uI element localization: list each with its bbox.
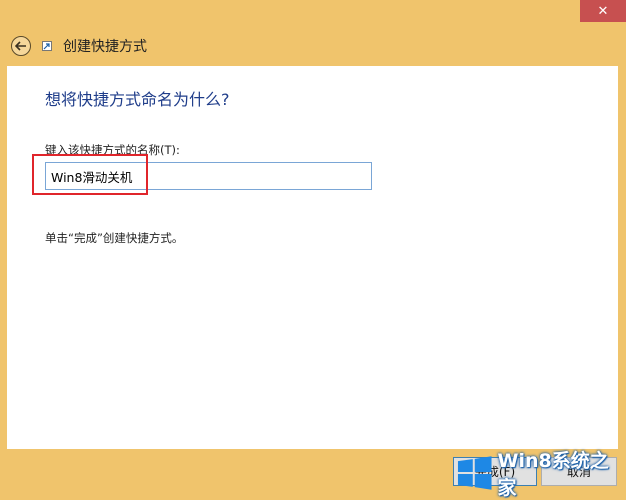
finish-hint: 单击“完成”创建快捷方式。 [45, 230, 183, 246]
close-button[interactable]: ✕ [580, 0, 626, 22]
title-bar: 创建快捷方式 [0, 24, 626, 66]
shortcut-name-input[interactable] [45, 162, 372, 190]
finish-button[interactable]: 完成(F) [453, 457, 537, 486]
footer-bar: 完成(F) 取消 [0, 449, 626, 496]
window-title: 创建快捷方式 [63, 36, 147, 56]
name-field-label: 键入该快捷方式的名称(T): [45, 142, 180, 158]
back-button[interactable] [11, 36, 31, 56]
page-heading: 想将快捷方式命名为什么? [45, 86, 230, 110]
shortcut-icon [42, 41, 52, 51]
close-icon: ✕ [598, 4, 609, 19]
back-arrow-icon [15, 41, 27, 51]
wizard-content: 想将快捷方式命名为什么? 键入该快捷方式的名称(T): 单击“完成”创建快捷方式… [7, 66, 618, 449]
cancel-button[interactable]: 取消 [541, 457, 617, 486]
